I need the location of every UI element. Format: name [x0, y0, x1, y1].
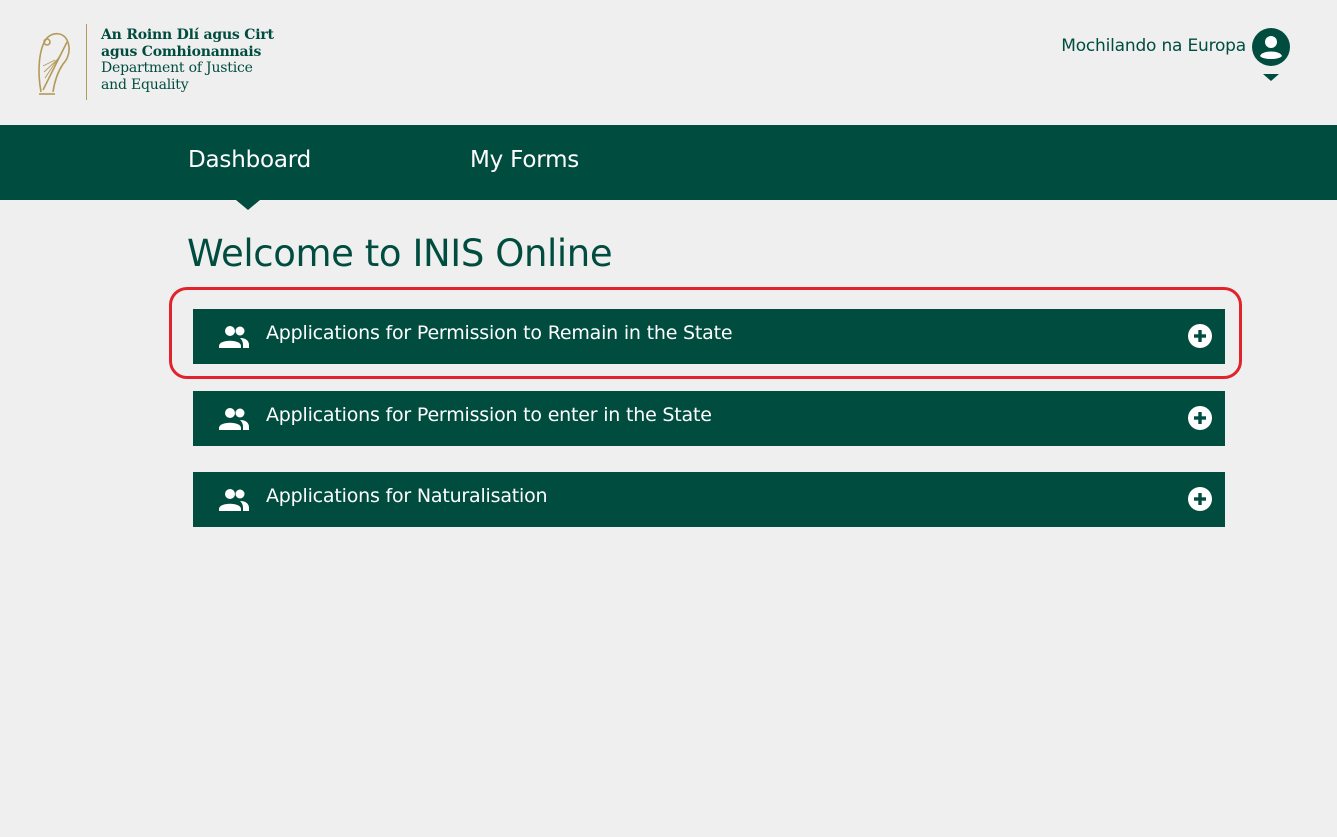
- accordion-label: Applications for Naturalisation: [266, 485, 548, 507]
- header: An Roinn Dlí agus Cirt agus Comhionannai…: [0, 0, 1337, 125]
- nav-item-dashboard[interactable]: Dashboard: [188, 147, 311, 173]
- user-menu-toggle[interactable]: [1252, 28, 1290, 81]
- plus-circle-icon[interactable]: [1187, 486, 1213, 512]
- user-avatar-icon: [1252, 28, 1290, 66]
- logo-irish-line-2: agus Comhionannais: [101, 43, 262, 60]
- people-icon: [219, 326, 249, 348]
- logo-english-line-2: and Equality: [101, 76, 189, 93]
- accordion-permission-to-enter[interactable]: Applications for Permission to enter in …: [193, 391, 1225, 446]
- accordion-naturalisation[interactable]: Applications for Naturalisation: [193, 472, 1225, 527]
- active-tab-indicator: [236, 200, 260, 210]
- user-name: Mochilando na Europa: [1061, 36, 1246, 56]
- people-icon: [219, 489, 249, 511]
- nav-item-my-forms[interactable]: My Forms: [470, 147, 579, 173]
- department-logo[interactable]: An Roinn Dlí agus Cirt agus Comhionannai…: [33, 24, 274, 100]
- user-menu[interactable]: Mochilando na Europa: [1061, 28, 1290, 81]
- logo-irish-line-1: An Roinn Dlí agus Cirt: [101, 27, 274, 43]
- logo-english-line-1: Department of Justice: [101, 60, 253, 76]
- plus-circle-icon[interactable]: [1187, 405, 1213, 431]
- logo-divider: [86, 24, 87, 100]
- department-name: An Roinn Dlí agus Cirt agus Comhionannai…: [101, 27, 274, 93]
- accordion-label: Applications for Permission to enter in …: [266, 404, 712, 426]
- plus-circle-icon[interactable]: [1187, 323, 1213, 349]
- accordion-label: Applications for Permission to Remain in…: [266, 322, 733, 344]
- main-nav: Dashboard My Forms: [0, 125, 1337, 210]
- accordion-permission-to-remain[interactable]: Applications for Permission to Remain in…: [193, 309, 1225, 364]
- people-icon: [219, 408, 249, 430]
- page-title: Welcome to INIS Online: [187, 232, 613, 275]
- chevron-down-icon: [1263, 74, 1279, 81]
- harp-icon: [38, 32, 70, 95]
